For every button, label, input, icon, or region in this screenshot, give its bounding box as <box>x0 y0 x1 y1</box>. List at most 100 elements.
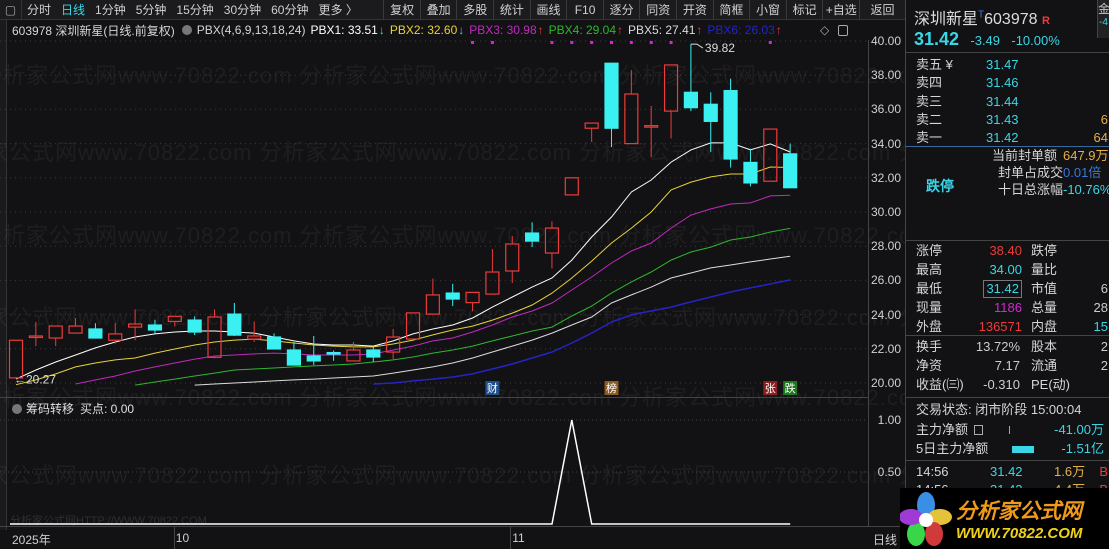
legend-pbx4: PBX4: 29.04 <box>548 23 617 37</box>
candle-body <box>286 349 301 366</box>
period-tabs: 分时 日线 1分钟 5分钟 15分钟 30分钟 60分钟 更多 〉 <box>22 0 363 20</box>
ask-price: 31.46 <box>986 75 1019 91</box>
stat-row: 净资 7.17 流通 2 <box>906 357 1109 375</box>
ask-row[interactable]: 卖一 31.42 64 <box>906 129 1109 147</box>
trade-status: 交易状态: 闭市阶段 15:00:04 <box>916 402 1082 417</box>
panel-icon[interactable] <box>838 24 848 36</box>
ask-row[interactable]: 卖四 31.46 <box>906 74 1109 92</box>
toolbar-button[interactable]: F10 <box>566 0 603 20</box>
period-tab[interactable]: 分时 <box>22 0 56 20</box>
period-tab[interactable]: 30分钟 <box>219 0 266 20</box>
side-tab[interactable]: 金 -4 <box>1097 0 1109 38</box>
period-tab[interactable]: 5分钟 <box>131 0 172 20</box>
toolbar-button[interactable]: 逐分 <box>602 0 640 20</box>
indicator-name[interactable]: PBX(4,6,9,13,18,24) <box>197 23 306 37</box>
toolbar-button[interactable]: 小窗 <box>749 0 786 20</box>
stat-row: 外盘 136571 内盘 15 <box>906 318 1109 336</box>
back-button[interactable]: 返回 <box>859 0 905 20</box>
toolbar-button[interactable]: 多股 <box>456 0 493 20</box>
ask-row[interactable]: 卖三 31.44 <box>906 93 1109 111</box>
candle <box>48 325 63 347</box>
candle <box>524 222 540 248</box>
candle-body <box>763 128 778 182</box>
stat-row: 换手 13.72% 股本 2 <box>906 338 1109 356</box>
lower-panel-header: 筹码转移 买点: 0.00 <box>12 400 134 417</box>
period-tab[interactable]: 1分钟 <box>90 0 131 20</box>
candle-body <box>783 153 798 189</box>
stat-label: 涨停 <box>916 243 943 258</box>
toolbar-button[interactable]: 开资 <box>676 0 713 20</box>
logo-url: WWW.70822.COM <box>956 525 1083 542</box>
time-axis: 日线 2025年 10 11 <box>0 526 905 549</box>
stat-row: 最低 31.42 市值 6 <box>906 280 1109 298</box>
stat-row: 收益(㈢) -0.310 PE(动) <box>906 376 1109 394</box>
ask-row[interactable]: 卖二 31.43 6 <box>906 111 1109 129</box>
stat-value: 7.17 <box>994 358 1020 373</box>
stat-label: 市值 <box>1031 281 1058 296</box>
period-tab[interactable]: 更多 〉 <box>313 0 362 20</box>
trend-arrow-icon: ↓ <box>458 23 465 37</box>
candle-body <box>247 335 262 340</box>
signal-dot <box>471 41 475 44</box>
lower-indicator-title: 筹码转移 <box>26 402 75 416</box>
diamond-icon[interactable]: ◇ <box>820 23 829 37</box>
candle-body <box>366 349 381 358</box>
legend-pbx1: PBX1: 33.51 <box>310 23 378 37</box>
toolbar-button[interactable]: 画线 <box>529 0 567 20</box>
candlestick-chart[interactable]: 39.82 ←20.27 财 榜 张跌 <box>0 40 868 398</box>
candle-body <box>227 313 242 336</box>
period-label: 日线 <box>872 533 897 547</box>
stat-label: 量比 <box>1031 262 1058 277</box>
series-line-pbx2 <box>15 166 791 386</box>
ask-row[interactable]: 卖五 ¥ 31.47 <box>906 56 1109 74</box>
candle-body <box>624 93 639 145</box>
stat-label: 外盘 <box>916 319 943 334</box>
ask-label: 卖一 <box>916 130 943 146</box>
time-label: 10 <box>175 531 190 545</box>
signal-dot <box>629 41 633 44</box>
main-net-row: 主力净额 -41.00万 <box>906 421 1109 439</box>
candle <box>763 128 778 182</box>
chip-transfer-chart[interactable] <box>0 398 868 526</box>
candle <box>584 122 599 142</box>
toolbar-button[interactable]: 同资 <box>639 0 676 20</box>
signal-dot <box>550 41 554 44</box>
candle-body <box>465 291 480 304</box>
seal-ratio: 0.01倍 <box>1063 165 1102 180</box>
toolbar-button[interactable]: 叠加 <box>419 0 457 20</box>
stat-label: 净资 <box>916 358 943 373</box>
toolbar-button[interactable]: 标记 <box>785 0 823 20</box>
indicator-settings-icon[interactable] <box>181 25 192 35</box>
stat-label: 最低 <box>916 281 943 296</box>
list-icon[interactable] <box>974 425 983 435</box>
lower-settings-icon[interactable] <box>12 403 22 414</box>
price-tick-label: 32.00 <box>870 170 901 185</box>
period-tab[interactable]: 60分钟 <box>266 0 313 20</box>
candle <box>683 44 699 112</box>
toolbar-button[interactable]: 简框 <box>712 0 750 20</box>
panel-toggle-icon[interactable]: ▢ <box>0 0 22 20</box>
candle-body <box>28 335 43 339</box>
period-tab[interactable]: 日线 <box>56 0 90 20</box>
toolbar-button[interactable]: 统计 <box>493 0 530 20</box>
price-change: -3.49 <box>970 33 1001 48</box>
time-label: 11 <box>512 531 525 545</box>
period-tab[interactable]: 15分钟 <box>171 0 218 20</box>
event-marker-label: 财 <box>487 381 498 395</box>
ask-price: 31.47 <box>986 57 1019 72</box>
price-tick-label: 36.00 <box>870 102 901 117</box>
price-tick-label: 26.00 <box>870 273 901 288</box>
candle <box>445 283 460 307</box>
divider <box>906 52 1109 53</box>
legend-pbx5: PBX5: 27.41 <box>628 23 696 37</box>
quote-panel: 深圳新星T603978 R 金 -4 31.42 -3.49 -10.00% 当… <box>905 0 1109 549</box>
legend-pbx3: PBX3: 30.98 <box>469 23 537 37</box>
toolbar-button[interactable]: +自选 <box>822 0 859 20</box>
candle-body <box>663 64 679 112</box>
candle <box>505 235 520 283</box>
candle <box>247 321 262 342</box>
candle <box>128 309 143 341</box>
series-line-pbx1 <box>15 142 791 380</box>
last-price: 31.42 <box>914 29 960 49</box>
toolbar-button[interactable]: 复权 <box>383 0 420 20</box>
